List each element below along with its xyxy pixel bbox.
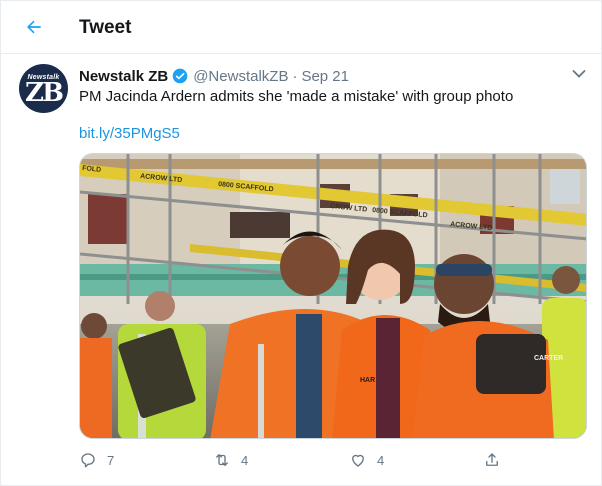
more-options-button[interactable] [569,65,589,83]
tweet-date[interactable]: Sep 21 [301,68,349,85]
tweet-text: PM Jacinda Ardern admits she 'made a mis… [79,88,514,105]
share-icon [486,453,498,466]
arrow-left-icon [27,20,41,34]
group-photo-image: ACROW LTD 0800 SCAFFOLD CROW LTD 0800 SC… [80,154,586,438]
back-button[interactable] [17,10,51,44]
meta-separator: · [292,67,298,85]
like-button[interactable]: 4 [349,449,384,471]
chevron-down-icon [572,70,586,78]
heart-icon [352,454,364,467]
retweet-icon [216,454,228,466]
avatar[interactable]: Newstalk ZB [19,64,68,113]
author-handle[interactable]: @NewstalkZB [193,68,288,85]
page-title: Tweet [79,17,132,38]
tweet-actions: 7 4 4 [79,449,519,471]
tweet-link[interactable]: bit.ly/35PMgS5 [79,125,180,142]
reply-icon [81,453,95,468]
tweet-media-photo[interactable]: ACROW LTD 0800 SCAFFOLD CROW LTD 0800 SC… [79,153,587,439]
vest-text-2: HAR [360,377,375,384]
like-count: 4 [377,452,385,468]
avatar-big-text: ZB [25,78,64,108]
tweet-meta: Newstalk ZB @NewstalkZB · Sep 21 [79,66,349,86]
author-name[interactable]: Newstalk ZB [79,68,168,85]
page-header: Tweet [1,1,601,54]
tweet-page: Tweet Newstalk ZB Newstalk ZB @NewstalkZ… [0,0,602,486]
share-button[interactable] [483,449,501,471]
reply-button[interactable]: 7 [79,449,114,471]
vest-text-1: CARTER [534,355,563,362]
retweet-count: 4 [241,452,249,468]
verified-badge-icon [172,68,188,84]
retweet-button[interactable]: 4 [213,449,248,471]
reply-count: 7 [107,452,115,468]
